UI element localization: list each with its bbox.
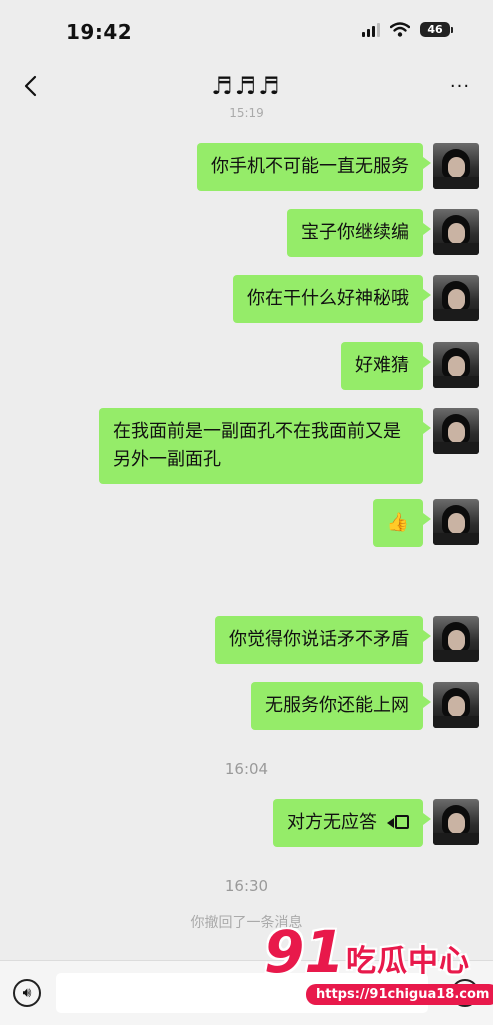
avatar[interactable] (433, 616, 479, 662)
avatar[interactable] (433, 143, 479, 189)
message-input[interactable] (56, 973, 428, 1013)
message-row: 对方无应答 (273, 799, 479, 847)
more-options-button[interactable]: ··· (445, 74, 475, 98)
message-row: 👍 (372, 499, 479, 547)
avatar[interactable] (433, 799, 479, 845)
avatar[interactable] (433, 275, 479, 321)
message-bubble[interactable]: 宝子你继续编 (287, 209, 431, 257)
timestamp: 16:30 (224, 877, 269, 895)
message-row: 宝子你继续编 (287, 209, 479, 257)
avatar[interactable] (433, 408, 479, 454)
avatar[interactable] (433, 209, 479, 255)
recall-notice: 你撤回了一条消息 (190, 915, 303, 931)
timestamp: 16:04 (224, 760, 269, 778)
plus-icon: + (457, 982, 473, 1004)
message-bubble[interactable]: 你觉得你说话矛不矛盾 (215, 616, 431, 664)
voice-icon: 🔊︎ (22, 985, 32, 1001)
message-bubble[interactable]: 你手机不可能一直无服务 (197, 143, 431, 191)
message-row: 你觉得你说话矛不矛盾 (215, 616, 479, 664)
message-row: 好难猜 (341, 342, 479, 390)
battery-level: 46 (420, 22, 450, 37)
chat-title: ♬♬♬ (211, 72, 282, 100)
thumbs-up-bubble[interactable]: 👍 (372, 499, 432, 547)
more-input-button[interactable]: + (451, 979, 479, 1007)
message-bubble[interactable]: 无服务你还能上网 (251, 682, 431, 730)
call-status-text: 对方无应答 (287, 812, 377, 833)
call-status-bubble[interactable]: 对方无应答 (273, 799, 431, 847)
voice-input-button[interactable]: 🔊︎ (13, 979, 41, 1007)
avatar[interactable] (433, 499, 479, 545)
avatar[interactable] (433, 342, 479, 388)
message-bubble[interactable]: 在我面前是一副面孔不在我面前又是另外一副面孔 (99, 408, 431, 484)
message-row: 你手机不可能一直无服务 (197, 143, 479, 191)
video-call-icon (387, 815, 409, 831)
message-bubble[interactable]: 你在干什么好神秘哦 (233, 275, 431, 323)
message-bubble[interactable]: 好难猜 (341, 342, 431, 390)
chat-nav-bar: ♬♬♬ ··· (0, 64, 493, 110)
timestamp-top: 15:19 (229, 106, 264, 118)
input-bar: 🔊︎ + (0, 960, 493, 1025)
message-row: 你在干什么好神秘哦 (233, 275, 479, 323)
signal-icon (362, 22, 380, 37)
status-bar: 19:42 46 (0, 0, 493, 64)
battery-icon: 46 (420, 22, 453, 37)
status-icons: 46 (362, 22, 453, 37)
wifi-icon (390, 22, 410, 37)
status-time: 19:42 (66, 20, 133, 44)
avatar[interactable] (433, 682, 479, 728)
message-row: 在我面前是一副面孔不在我面前又是另外一副面孔 (99, 408, 479, 484)
message-row: 无服务你还能上网 (251, 682, 479, 730)
